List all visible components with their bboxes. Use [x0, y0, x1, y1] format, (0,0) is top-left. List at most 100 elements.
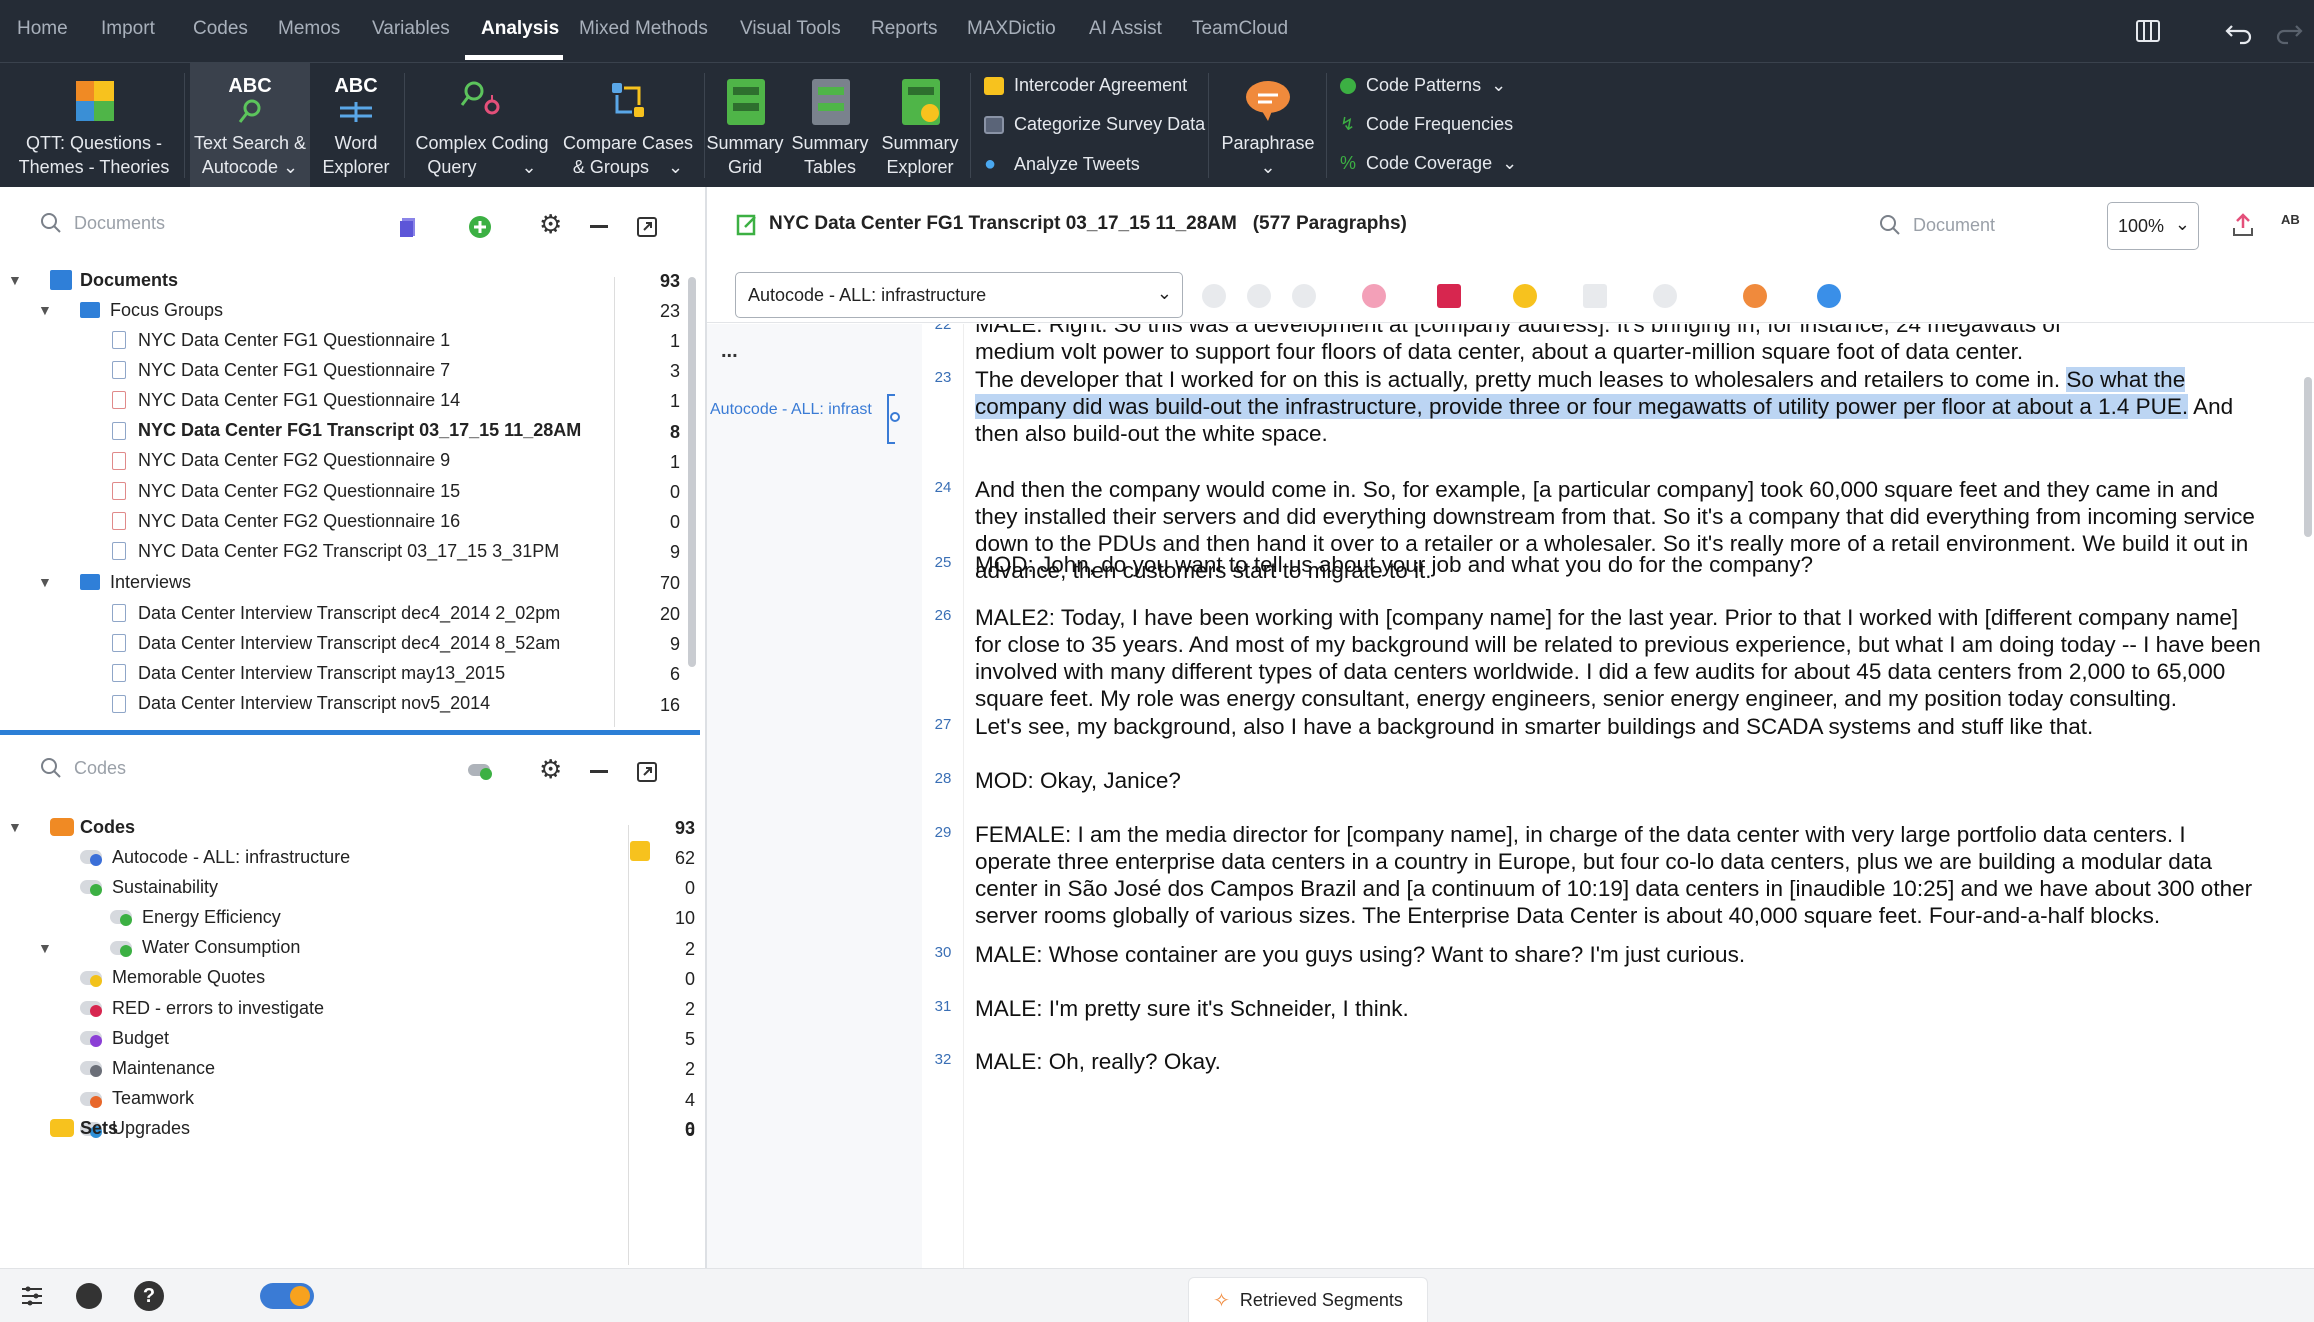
tab-home[interactable]: Home [17, 18, 68, 40]
link-icon[interactable] [1653, 284, 1677, 308]
code-coverage-button[interactable]: % Code Coverage ⌄ [1340, 153, 1517, 174]
ai-assist-icon[interactable] [1817, 284, 1841, 308]
minimize-icon[interactable] [590, 770, 608, 773]
sets-root[interactable]: Sets [50, 1113, 118, 1143]
edit-document-icon[interactable] [735, 213, 759, 237]
settings-sliders-icon[interactable] [20, 1285, 44, 1307]
document-item[interactable]: NYC Data Center FG2 Questionnaire 16 [112, 506, 460, 536]
gear-icon[interactable]: ⚙ [539, 209, 562, 240]
tab-import[interactable]: Import [101, 18, 155, 40]
code-item[interactable]: Teamwork [80, 1084, 194, 1114]
document-group-interviews[interactable]: Interviews [80, 567, 191, 597]
document-item[interactable]: Data Center Interview Transcript nov5_20… [112, 689, 490, 719]
tab-teamcloud[interactable]: TeamCloud [1192, 18, 1288, 40]
paragraph-number: 30 [934, 944, 952, 961]
undo-icon[interactable] [2222, 14, 2256, 48]
code-item[interactable]: Memorable Quotes [80, 963, 265, 993]
document-item[interactable]: NYC Data Center FG1 Transcript 03_17_15 … [112, 416, 581, 446]
undock-icon[interactable] [636, 761, 658, 783]
summary-grid-button[interactable]: Summary Grid [706, 63, 784, 188]
tab-maxdictio[interactable]: MAXDictio [967, 18, 1056, 40]
categorize-survey-data-button[interactable]: Categorize Survey Data [984, 114, 1205, 135]
chat-icon[interactable] [76, 1283, 102, 1309]
tab-visual-tools[interactable]: Visual Tools [740, 18, 841, 40]
collapse-caret[interactable]: ▼ [38, 574, 52, 590]
retrieved-segments-tab[interactable]: ✧ Retrieved Segments [1188, 1277, 1428, 1322]
tab-reports[interactable]: Reports [871, 18, 938, 40]
code-item[interactable]: RED - errors to investigate [80, 993, 324, 1023]
documents-root[interactable]: Documents [50, 265, 178, 295]
summary-tables-button[interactable]: Summary Tables [788, 63, 872, 188]
paraphrase-icon[interactable] [1743, 284, 1767, 308]
code-item[interactable]: Sustainability [80, 872, 218, 902]
document-item[interactable]: NYC Data Center FG1 Questionnaire 14 [112, 385, 460, 415]
emotion-code-icon[interactable] [1362, 284, 1386, 308]
collapse-caret[interactable]: ▼ [38, 940, 52, 956]
document-item[interactable]: NYC Data Center FG2 Transcript 03_17_15 … [112, 536, 559, 566]
new-code-icon[interactable] [466, 760, 494, 782]
code-selector[interactable]: Autocode - ALL: infrastruct​ure ⌄ [735, 272, 1183, 318]
summary-explorer-button[interactable]: Summary Explorer [876, 63, 964, 188]
document-item[interactable]: NYC Data Center FG2 Questionnaire 9 [112, 446, 450, 476]
collapse-caret[interactable]: ▼ [8, 272, 22, 288]
tab-mixed-methods[interactable]: Mixed Methods [579, 18, 708, 40]
memo-icon[interactable] [630, 841, 650, 861]
code-item[interactable]: Autocode - ALL: infrastructure [80, 842, 350, 872]
codes-search[interactable]: Codes [40, 757, 126, 779]
tab-analysis[interactable]: Analysis [481, 18, 559, 40]
document-item[interactable]: Data Center Interview Transcript dec4_20… [112, 628, 560, 658]
minimize-icon[interactable] [590, 225, 608, 228]
gear-icon[interactable]: ⚙ [539, 754, 562, 785]
documents-search[interactable]: Documents [40, 212, 165, 234]
undock-icon[interactable] [636, 216, 658, 238]
layout-icon[interactable] [2132, 14, 2166, 48]
scrollbar[interactable] [2304, 377, 2312, 537]
code-item[interactable]: Maintenance [80, 1053, 215, 1083]
tab-variables[interactable]: Variables [372, 18, 450, 40]
code-tag-icon [80, 1031, 102, 1048]
code-patterns-button[interactable]: Code Patterns ⌄ [1340, 75, 1506, 96]
emoticode-icon[interactable] [1513, 284, 1537, 308]
code-item[interactable]: Water Consumption [110, 933, 300, 963]
compare-cases-groups-button[interactable]: Compare Cases & Groups ⌄ [558, 63, 698, 188]
document-search[interactable]: Document [1879, 214, 1995, 236]
tab-codes[interactable]: Codes [193, 18, 248, 40]
code-item[interactable]: Budget [80, 1023, 169, 1053]
document-item[interactable]: NYC Data Center FG1 Questionnaire 7 [112, 355, 450, 385]
tab-ai-assist[interactable]: AI Assist [1089, 18, 1162, 40]
text-search-autocode-button[interactable]: ABC Text Search & Autocode ⌄ [190, 63, 310, 188]
toggle-switch[interactable] [260, 1283, 314, 1309]
document-item[interactable]: Data Center Interview Transcript may13_2… [112, 658, 505, 688]
add-icon[interactable] [468, 215, 492, 239]
document-item[interactable]: Data Center Interview Transcript dec4_20… [112, 598, 560, 628]
zoom-select[interactable]: 100% ⌄ [2107, 202, 2199, 250]
highlight-icon[interactable] [1202, 284, 1226, 308]
document-group-focus-groups[interactable]: Focus Groups [80, 295, 223, 325]
document-text[interactable]: 22 MALE: Right. So this was a developmen… [707, 324, 2314, 1268]
collapse-caret[interactable]: ▼ [8, 819, 22, 835]
collapse-caret[interactable]: ▼ [38, 302, 52, 318]
spellcheck-icon[interactable]: AB [2281, 212, 2300, 227]
word-explorer-button[interactable]: ABC Word Explorer [318, 63, 394, 188]
redo-icon[interactable] [2272, 14, 2306, 48]
pdf-document-icon [112, 451, 126, 470]
analyze-tweets-button[interactable]: ● Analyze Tweets [984, 153, 1140, 176]
code-with-new-code-icon[interactable] [1292, 284, 1316, 308]
codes-root[interactable]: Codes [50, 812, 135, 842]
tab-memos[interactable]: Memos [278, 18, 340, 40]
document-item[interactable]: NYC Data Center FG2 Questionnaire 15 [112, 476, 460, 506]
intercoder-agreement-button[interactable]: Intercoder Agreement [984, 75, 1187, 96]
help-icon[interactable]: ? [134, 1281, 164, 1311]
complex-coding-query-button[interactable]: Complex Coding Query ⌄ [414, 63, 550, 188]
qtt-button[interactable]: QTT: Questions - Themes - Theories [10, 63, 178, 188]
export-icon[interactable] [2231, 212, 2255, 238]
code-in-vivo-icon[interactable] [1247, 284, 1271, 308]
document-item[interactable]: NYC Data Center FG1 Questionnaire 1 [112, 325, 450, 355]
memo-icon[interactable] [1583, 284, 1607, 308]
code-item[interactable]: Energy Efficiency [110, 902, 281, 932]
new-document-icon[interactable] [398, 216, 420, 238]
scrollbar[interactable] [688, 277, 696, 667]
code-frequencies-button[interactable]: ↯ Code Frequencies [1340, 114, 1513, 135]
color-code-icon[interactable] [1437, 284, 1461, 308]
paraphrase-button[interactable]: Paraphrase ⌄ [1216, 63, 1320, 188]
